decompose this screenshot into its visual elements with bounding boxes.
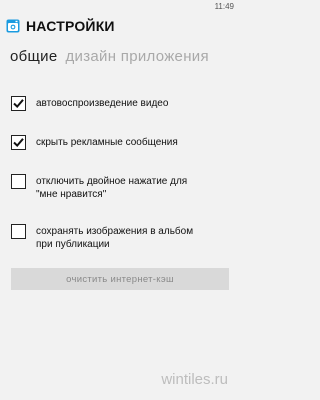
clear-cache-button[interactable]: очистить интернет-кэш [11, 268, 229, 290]
page-title: НАСТРОЙКИ [26, 18, 115, 34]
status-bar: 11:49 [0, 0, 240, 14]
tab-app-design[interactable]: дизайн приложения [66, 48, 209, 65]
hide-ads-checkbox[interactable] [11, 135, 26, 150]
disable-double-tap-label: отключить двойное нажатие для "мне нрави… [36, 176, 188, 200]
save-images-checkbox[interactable] [11, 224, 26, 239]
option-disable-double-tap-like[interactable]: отключить двойное нажатие для "мне нрави… [11, 174, 235, 201]
option-hide-ads[interactable]: скрыть рекламные сообщения [11, 135, 235, 150]
app-header: НАСТРОЙКИ [6, 16, 115, 36]
watermark: wintiles.ru [161, 371, 228, 388]
checkmark-icon [13, 99, 24, 109]
hide-ads-label: скрыть рекламные сообщения [36, 137, 178, 148]
disable-double-tap-checkbox[interactable] [11, 174, 26, 189]
autoplay-video-label: автовоспроизведение видео [36, 98, 169, 109]
status-time: 11:49 [214, 2, 234, 11]
option-autoplay-video[interactable]: автовоспроизведение видео [11, 96, 235, 111]
tab-general[interactable]: общие [10, 48, 58, 65]
instagram-icon [6, 19, 20, 33]
pivot-tabs: общие дизайн приложения [10, 48, 217, 68]
save-images-label: сохранять изображения в альбом при публи… [36, 226, 194, 250]
autoplay-video-checkbox[interactable] [11, 96, 26, 111]
option-save-images-to-album[interactable]: сохранять изображения в альбом при публи… [11, 224, 235, 251]
checkmark-icon [13, 138, 24, 148]
